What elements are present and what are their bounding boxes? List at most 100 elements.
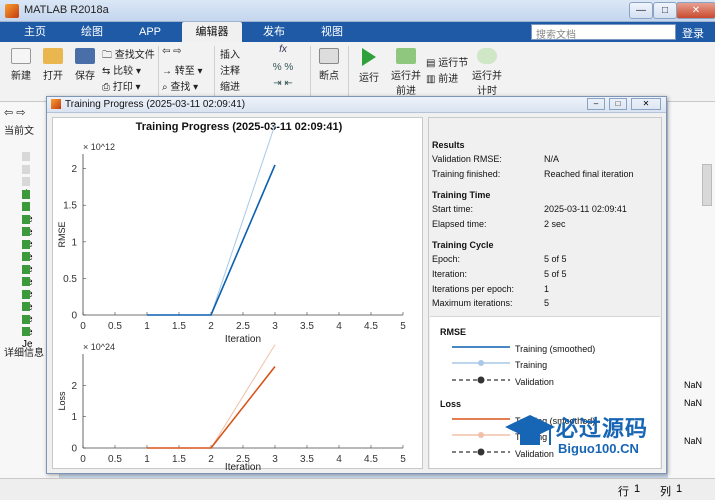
save-button[interactable]: 保存 xyxy=(70,48,100,82)
x-tick-label: 1.5 xyxy=(172,454,186,465)
info-label: Training finished: xyxy=(432,169,501,179)
watermark: 必过源码 Biguo100.CN xyxy=(500,405,705,465)
file-icon xyxy=(22,189,30,199)
x-tick-label: 3 xyxy=(272,454,278,465)
compare-label: 比较 xyxy=(113,66,134,77)
nav-back-forward[interactable]: ⇦ ⇨ xyxy=(162,46,212,57)
run-section-label: 运行节 xyxy=(438,58,469,69)
advance-button[interactable]: ▥ 前进 xyxy=(426,70,472,85)
x-tick-label: 3.5 xyxy=(300,321,314,332)
compare-button[interactable]: ⇆ 比较 ▾ xyxy=(102,62,160,77)
indent-icon[interactable]: ⇥ ⇤ xyxy=(258,78,308,89)
dialog-close-button[interactable]: ✕ xyxy=(631,98,661,110)
legend-marker-training xyxy=(478,432,484,438)
run-section-icon: ▤ xyxy=(426,58,439,69)
tab-publish[interactable]: 发布 xyxy=(248,22,300,42)
tab-plots[interactable]: 绘图 xyxy=(66,22,118,42)
legend-marker-training xyxy=(478,360,484,366)
maximize-button[interactable]: □ xyxy=(653,2,677,19)
open-button[interactable]: 打开 xyxy=(38,48,68,82)
y-tick-label: 0 xyxy=(71,311,77,322)
loss-legend-heading: Loss xyxy=(440,399,462,409)
training-time-heading: Training Time xyxy=(432,190,491,200)
compare-icon: ⇆ xyxy=(102,66,114,77)
info-label: Start time: xyxy=(432,204,474,214)
y-axis-label: RMSE xyxy=(57,221,67,247)
row-value: 1 xyxy=(634,483,641,495)
legend-label: Training xyxy=(515,360,548,370)
file-icon xyxy=(22,227,30,236)
tab-home[interactable]: 主页 xyxy=(10,22,60,42)
series-line xyxy=(147,164,276,316)
watermark-brand: 必过源码 xyxy=(556,416,649,441)
current-folder-label: 当前文 xyxy=(4,126,34,137)
run-section-button[interactable]: ▤ 运行节 xyxy=(426,54,472,69)
info-label: Iteration: xyxy=(432,269,468,279)
toolstrip-separator xyxy=(310,46,311,96)
new-button[interactable]: 新建 xyxy=(6,48,36,82)
x-tick-label: 1.5 xyxy=(172,321,186,332)
goto-button[interactable]: → 转至 ▾ xyxy=(162,62,212,77)
goto-icon: → xyxy=(162,66,175,77)
tab-apps[interactable]: APP xyxy=(124,22,176,42)
run-time-button[interactable]: 运行并计时 xyxy=(472,48,502,97)
close-button[interactable]: ✕ xyxy=(676,2,715,19)
legend-label: Validation xyxy=(515,377,554,387)
y-tick-label: 2 xyxy=(71,164,77,175)
tab-view[interactable]: 视图 xyxy=(306,22,358,42)
info-value: Reached final iteration xyxy=(544,169,634,179)
breakpoints-button[interactable]: 断点 xyxy=(314,48,344,82)
dialog-minimize-button[interactable]: – xyxy=(587,98,605,110)
axis-exponent: × 10^12 xyxy=(83,142,115,152)
x-tick-label: 4 xyxy=(336,454,342,465)
tab-editor[interactable]: 编辑器 xyxy=(182,22,242,42)
file-icon xyxy=(22,289,30,299)
login-link[interactable]: 登录 xyxy=(682,25,704,41)
x-tick-label: 3 xyxy=(272,321,278,332)
matlab-logo-icon xyxy=(5,4,19,18)
file-icon xyxy=(22,302,30,311)
nav-arrows[interactable]: ⇦ ⇨ xyxy=(4,106,26,119)
percent-comment-icon[interactable]: % % xyxy=(258,62,308,73)
minimize-button[interactable]: — xyxy=(629,2,653,19)
run-button[interactable]: 运行 xyxy=(354,48,384,84)
indent-button[interactable]: 缩进 xyxy=(220,78,250,93)
series-line xyxy=(147,344,276,449)
print-button[interactable]: ⎙ 打印 ▾ xyxy=(102,78,160,93)
file-icon xyxy=(22,177,30,186)
open-label: 打开 xyxy=(43,71,63,82)
window-titlebar: MATLAB R2018a — □ ✕ xyxy=(0,0,715,22)
file-icon xyxy=(22,252,30,261)
find-button[interactable]: ⌕ 查找 ▾ xyxy=(162,78,212,93)
folder-icon xyxy=(43,48,63,64)
info-value: 5 xyxy=(544,298,550,308)
file-icon xyxy=(22,202,30,211)
print-label: 打印 xyxy=(112,82,133,93)
info-value: 5 of 5 xyxy=(544,269,567,279)
x-tick-label: 0 xyxy=(80,454,86,465)
series-line xyxy=(147,124,276,316)
run-advance-button[interactable]: 运行并前进 xyxy=(388,48,424,97)
x-tick-label: 5 xyxy=(400,321,406,332)
plot-title: Training Progress (2025-03-11 02:09:41) xyxy=(136,121,343,133)
dialog-maximize-button[interactable]: □ xyxy=(609,98,627,110)
x-tick-label: 1 xyxy=(144,321,150,332)
search-input[interactable]: 搜索文档 xyxy=(531,24,676,41)
goto-label: 转至 xyxy=(174,66,195,77)
fx-function-icon[interactable]: fx xyxy=(258,44,308,55)
save-label: 保存 xyxy=(75,71,95,82)
dialog-titlebar: Training Progress (2025-03-11 02:09:41) … xyxy=(47,97,666,113)
advance-icon: ▥ xyxy=(426,74,439,85)
scrollbar-thumb[interactable] xyxy=(702,164,712,206)
training-cycle-heading: Training Cycle xyxy=(432,240,494,250)
comment-button[interactable]: 注释 xyxy=(220,62,250,77)
x-tick-label: 0.5 xyxy=(108,321,122,332)
results-heading: Results xyxy=(432,140,465,150)
find-files-icon: 🗀 xyxy=(102,50,115,61)
x-tick-label: 4 xyxy=(336,321,342,332)
insert-button[interactable]: 插入 xyxy=(220,46,250,61)
col-value: 1 xyxy=(676,483,683,495)
window-title: MATLAB R2018a xyxy=(24,4,109,16)
nan-value: NaN xyxy=(684,380,703,390)
y-tick-label: 0 xyxy=(71,444,77,455)
